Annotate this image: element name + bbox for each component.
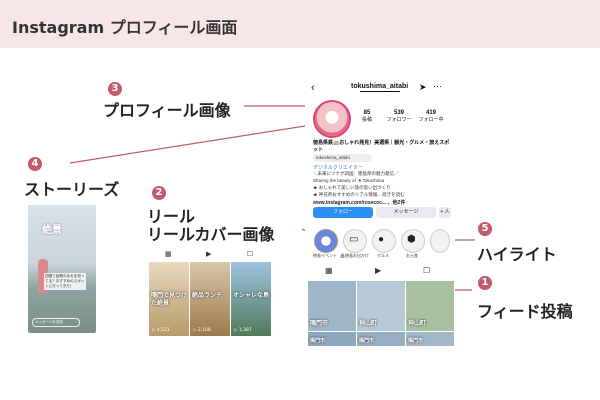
- badge-3: 3: [108, 82, 122, 96]
- stories-line: [69, 125, 306, 164]
- post-caption: 神山町: [408, 321, 427, 327]
- post-caption: 鳴門市: [359, 338, 375, 344]
- send-icon[interactable]: ➤: [419, 82, 427, 93]
- reel-caption: 鳴門で見つけた絶景: [151, 292, 188, 307]
- bio-line: ＼未来にツナグ四国：徳島県の魅力発信／: [313, 171, 399, 176]
- reels-tabs: ▦ ▶ ☐: [149, 250, 271, 260]
- feed-post[interactable]: 鳴門市: [308, 281, 356, 331]
- follow-button[interactable]: フォロー: [313, 207, 373, 218]
- laptop-icon: ▭: [349, 234, 359, 245]
- label-feed: フィード投稿: [477, 302, 573, 321]
- profile-tabs: ▦ ▶ ☐: [305, 266, 455, 276]
- feed-post[interactable]: 神山町: [406, 281, 454, 331]
- reels-icon[interactable]: ▶: [206, 250, 211, 258]
- reel-views: ▷ 2,108: [193, 328, 211, 333]
- reel-views: ▷ 1,387: [234, 328, 252, 333]
- back-icon[interactable]: ‹: [311, 82, 315, 94]
- highlight-item[interactable]: ▭: [343, 229, 367, 253]
- gift-icon: ⬢: [407, 234, 416, 245]
- highlight-item[interactable]: ⬢: [401, 229, 425, 253]
- feed-post[interactable]: 神山町: [357, 281, 405, 331]
- stat-followers-label: フォロワー: [386, 117, 412, 123]
- post-caption: 鳴門市: [408, 338, 424, 344]
- more-icon[interactable]: ···: [433, 81, 442, 91]
- stat-following[interactable]: 419 フォロー中: [417, 110, 445, 123]
- post-caption: 鳴門市: [310, 321, 329, 327]
- story-caption: 四国で話題のあれを知ってる？おすすめのスポットに行ってきた！: [44, 273, 86, 290]
- label-reels-cover: リールカバー画像: [147, 225, 275, 244]
- profile-username: tokushima_aitabi: [351, 83, 409, 90]
- profile-top-bar: ‹ tokushima_aitabi ➤ ···: [305, 80, 455, 96]
- highlight-item[interactable]: ●: [372, 229, 396, 253]
- reels-icon[interactable]: ▶: [375, 266, 381, 275]
- badge-1: 1: [478, 276, 492, 290]
- stat-followers[interactable]: 539 フォロワー: [385, 110, 413, 123]
- food-icon: ●: [378, 234, 385, 245]
- message-button[interactable]: メッセージ: [376, 207, 436, 218]
- feed-post[interactable]: 鳴門市: [357, 332, 405, 346]
- stat-following-label: フォロー中: [418, 117, 444, 123]
- threads-badge[interactable]: tokushima_aitabi: [313, 154, 372, 162]
- reels-preview: ▦ ▶ ☐ 鳴門で見つけた絶景 ▷ 4,521 絶品ランチ ▷ 2,108 オシ…: [149, 250, 271, 336]
- stat-posts-label: 投稿: [361, 117, 372, 123]
- badge-2: 2: [152, 186, 166, 200]
- story-title: 絶景: [42, 225, 62, 236]
- story-preview: 絶景 四国で話題のあれを知ってる？おすすめのスポットに行ってきた！ メッセージを…: [28, 205, 96, 333]
- suggest-button[interactable]: + 人: [439, 207, 451, 218]
- feed-post[interactable]: 鳴門市: [406, 332, 454, 346]
- grid-icon[interactable]: ▦: [165, 250, 172, 258]
- label-profile-image: プロフィール画像: [103, 101, 231, 120]
- grid-icon[interactable]: ▦: [325, 266, 333, 275]
- slide-title: Instagram プロフィール画面: [12, 18, 238, 37]
- active-tab-indicator: [360, 91, 400, 92]
- label-stories: ストーリーズ: [24, 180, 120, 199]
- reel-item[interactable]: 絶品ランチ ▷ 2,108: [190, 262, 230, 336]
- post-caption: 鳴門市: [310, 338, 326, 344]
- slide-header: Instagram プロフィール画面: [0, 0, 600, 48]
- bio-line: Sharing the beauty of 🇯🇵Tokushima: [313, 178, 385, 183]
- highlight-label: お土産: [406, 253, 418, 258]
- feed-post[interactable]: 鳴門市: [308, 332, 356, 346]
- highlight-item[interactable]: [430, 229, 450, 253]
- badge-5: 5: [478, 222, 492, 236]
- story-message-input[interactable]: メッセージを送信: [32, 318, 80, 327]
- bio-category: デジタルクリエイター: [313, 165, 363, 171]
- instagram-profile-screen: ‹ tokushima_aitabi ➤ ··· 85 投稿 539 フォロワー…: [305, 80, 455, 348]
- reel-item[interactable]: オシャレな島 ▷ 1,387: [231, 262, 271, 336]
- post-caption: 神山町: [359, 321, 378, 327]
- annotation-lines: [69, 96, 475, 347]
- profile-avatar[interactable]: [315, 102, 349, 136]
- bio-link[interactable]: www.instagram.com/rosecoc... 、他2件: [313, 199, 405, 206]
- highlight-label: 徳島イベント: [313, 253, 337, 258]
- label-highlights: ハイライト: [477, 245, 557, 264]
- highlight-label: グルメ: [377, 253, 389, 258]
- stat-posts[interactable]: 85 投稿: [353, 110, 381, 123]
- highlight-item[interactable]: [314, 229, 338, 253]
- highlight-label: 🏯徳島お出かけ: [340, 253, 369, 258]
- bio-line: ★ おしゃれで美しい旅の思い出づくり: [313, 185, 391, 190]
- tagged-icon[interactable]: ☐: [423, 266, 430, 275]
- reel-caption: 絶品ランチ: [192, 292, 223, 299]
- badge-4: 4: [28, 157, 42, 171]
- reel-item[interactable]: 鳴門で見つけた絶景 ▷ 4,521: [149, 262, 189, 336]
- bio-line: ★ 神兄県おすすめのリアル情報... 続きを読む: [313, 192, 405, 197]
- bio-name: 徳島県鉄🚃おしゃれ発見！美選県｜観光・グルメ・旅えスポット: [313, 140, 450, 153]
- reel-caption: オシャレな島: [233, 292, 270, 299]
- tagged-icon[interactable]: ☐: [247, 250, 253, 258]
- reel-views: ▷ 4,521: [152, 328, 170, 333]
